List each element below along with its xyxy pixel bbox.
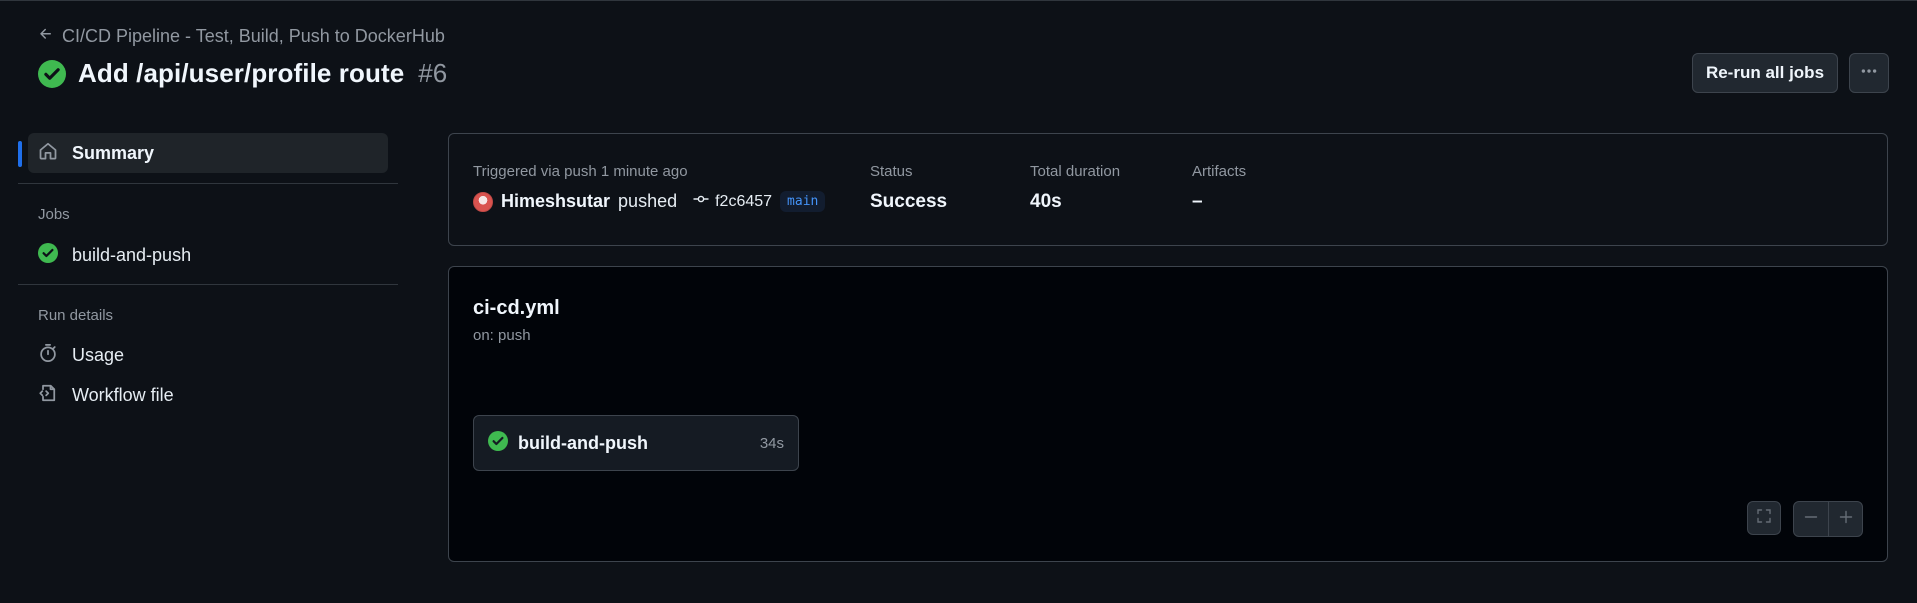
avatar[interactable] — [473, 191, 493, 212]
status-value: Success — [870, 191, 948, 212]
sidebar-item-job-build-and-push[interactable]: build-and-push — [28, 237, 388, 273]
top-border — [0, 0, 1917, 1]
run-number: #6 — [418, 58, 448, 88]
actor-link[interactable]: Himeshsutar — [501, 191, 610, 212]
workflow-trigger: on: push — [473, 327, 531, 344]
sidebar-item-usage[interactable]: Usage — [28, 337, 388, 373]
run-title-row: Add /api/user/profile route #6 — [38, 58, 447, 89]
page-title: Add /api/user/profile route — [78, 58, 405, 88]
dash-icon — [1803, 509, 1819, 530]
job-name: build-and-push — [518, 432, 648, 453]
file-code-icon — [38, 383, 58, 408]
arrow-left-icon — [38, 26, 54, 47]
sidebar-heading-run-details: Run details — [38, 307, 114, 324]
graph-controls — [1747, 501, 1863, 537]
screen-full-icon — [1756, 508, 1772, 529]
sidebar-item-label: Workflow file — [72, 384, 174, 405]
plus-icon — [1838, 509, 1854, 530]
job-duration: 34s — [759, 434, 784, 452]
branch-label[interactable]: main — [780, 191, 826, 212]
workflow-file-name: ci-cd.yml — [473, 297, 560, 319]
active-nav-indicator — [18, 141, 22, 167]
job-node-build-and-push[interactable]: build-and-push 34s — [473, 415, 799, 471]
zoom-controls — [1793, 501, 1863, 537]
commit-link[interactable]: f2c6457 — [693, 191, 772, 212]
back-to-workflow-link[interactable]: CI/CD Pipeline - Test, Build, Push to Do… — [38, 26, 445, 47]
sidebar-divider — [18, 183, 398, 184]
check-circle-fill-icon — [488, 430, 508, 456]
sidebar-heading-jobs: Jobs — [38, 206, 70, 223]
check-circle-fill-icon — [38, 242, 58, 268]
status-label: Status — [870, 163, 913, 180]
duration-label: Total duration — [1030, 163, 1121, 180]
zoom-in-button[interactable] — [1828, 502, 1862, 536]
git-commit-icon — [693, 191, 709, 212]
check-circle-fill-icon — [38, 59, 66, 88]
commit-sha: f2c6457 — [715, 192, 773, 210]
kebab-horizontal-icon — [1860, 62, 1878, 85]
more-options-button[interactable] — [1849, 53, 1889, 93]
rerun-all-jobs-button[interactable]: Re-run all jobs — [1692, 53, 1838, 93]
artifacts-value: – — [1192, 191, 1203, 212]
sidebar-item-label: Summary — [72, 142, 155, 163]
sidebar-item-label: build-and-push — [72, 244, 192, 265]
trigger-action: pushed — [618, 191, 678, 211]
sidebar-item-summary[interactable]: Summary — [28, 133, 388, 173]
sidebar-item-label: Usage — [72, 344, 125, 365]
duration-value: 40s — [1030, 191, 1062, 212]
artifacts-label: Artifacts — [1192, 163, 1247, 180]
run-summary-card: Triggered via push 1 minute ago Himeshsu… — [448, 133, 1888, 246]
trigger-details: Himeshsutar pushed f2c6457 main — [473, 191, 826, 212]
trigger-label: Triggered via push 1 minute ago — [473, 163, 688, 180]
zoom-out-button[interactable] — [1794, 502, 1828, 536]
home-icon — [38, 141, 58, 166]
fullscreen-button[interactable] — [1747, 501, 1781, 535]
sidebar-divider — [18, 284, 398, 285]
workflow-graph-card: ci-cd.yml on: push build-and-push 34s — [448, 266, 1888, 562]
back-link-label: CI/CD Pipeline - Test, Build, Push to Do… — [62, 26, 445, 46]
sidebar-item-workflow-file[interactable]: Workflow file — [28, 377, 388, 413]
stopwatch-icon — [38, 343, 58, 368]
